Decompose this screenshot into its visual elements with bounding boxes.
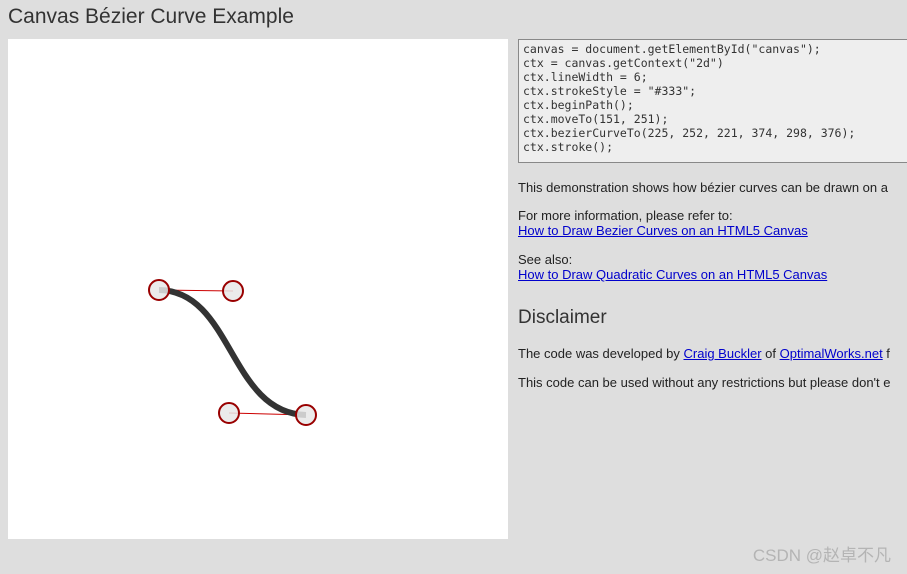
code-line: ctx.strokeStyle = "#333"; [523,84,697,98]
disclaimer-heading: Disclaimer [518,307,607,328]
end-point-handle[interactable] [295,404,317,426]
usage-notice: This code can be used without any restri… [518,375,891,390]
code-line: ctx.lineWidth = 6; [523,70,648,84]
quadratic-tutorial-link[interactable]: How to Draw Quadratic Curves on an HTML5… [518,267,827,282]
start-point-handle[interactable] [148,279,170,301]
code-line: ctx.bezierCurveTo(225, 252, 221, 374, 29… [523,126,856,140]
control-point-1-handle[interactable] [222,280,244,302]
developer-credit: The code was developed by Craig Buckler … [518,346,890,361]
developer-prefix: The code was developed by [518,346,684,361]
code-line: ctx.stroke(); [523,140,614,154]
control-point-2-handle[interactable] [218,402,240,424]
code-line: ctx.moveTo(151, 251); [523,112,669,126]
code-display[interactable]: canvas = document.getElementById("canvas… [518,39,907,163]
canvas-drawing [148,279,317,426]
bezier-canvas[interactable] [8,39,508,539]
more-info-label: For more information, please refer to: [518,208,733,223]
see-also-paragraph: See also: How to Draw Quadratic Curves o… [518,252,827,282]
developer-suffix: f [882,346,890,361]
code-line: ctx = canvas.getContext("2d") [523,56,724,70]
optimalworks-link[interactable]: OptimalWorks.net [780,346,883,361]
more-info-paragraph: For more information, please refer to: H… [518,208,808,238]
code-line: ctx.beginPath(); [523,98,634,112]
bezier-curve [158,287,307,418]
watermark: CSDN @赵卓不凡 [752,546,891,565]
page: Canvas Bézier Curve Example canvas = doc… [0,0,907,574]
see-also-label: See also: [518,252,573,267]
author-link[interactable]: Craig Buckler [684,346,762,361]
bezier-tutorial-link[interactable]: How to Draw Bezier Curves on an HTML5 Ca… [518,223,808,238]
developer-of: of [761,346,780,361]
demo-description: This demonstration shows how bézier curv… [518,180,888,195]
code-line: canvas = document.getElementById("canvas… [523,42,821,56]
page-title: Canvas Bézier Curve Example [8,5,294,28]
